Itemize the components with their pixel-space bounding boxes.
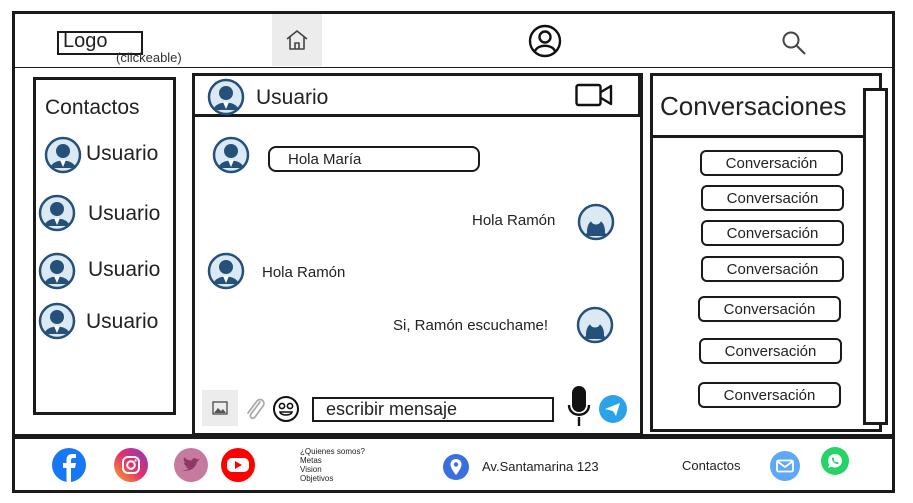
video-camera-icon (575, 83, 613, 107)
chat-header-name: Usuario (256, 86, 329, 109)
about-link-vision[interactable]: Vision (300, 465, 365, 474)
avatar (38, 252, 76, 290)
about-link-objectives[interactable]: Objetivos (300, 474, 365, 483)
send-button[interactable] (598, 394, 628, 424)
chat-panel (192, 73, 643, 436)
emoji-button[interactable] (270, 393, 302, 425)
search-button[interactable] (779, 28, 809, 58)
message-text: Hola Ramón (472, 212, 556, 229)
youtube-link[interactable] (218, 446, 258, 484)
home-button[interactable] (272, 14, 322, 66)
twitter-link[interactable] (172, 446, 210, 484)
voice-button[interactable] (566, 385, 592, 427)
message-input[interactable]: escribir mensaje (312, 397, 554, 422)
contact-item[interactable]: Usuario (38, 302, 174, 340)
message-avatar (212, 136, 250, 174)
conversations-title: Conversaciones (660, 91, 847, 121)
conversation-item[interactable]: Conversación (698, 296, 841, 322)
youtube-icon (221, 448, 255, 482)
conversation-item[interactable]: Conversación (700, 150, 843, 176)
contacts-label: Contactos (682, 458, 741, 473)
send-icon (599, 395, 627, 423)
paperclip-icon (247, 398, 265, 420)
profile-button[interactable] (527, 23, 563, 59)
conversation-item[interactable]: Conversación (701, 185, 844, 211)
logo-note: (clickeable) (116, 50, 182, 65)
twitter-icon (174, 448, 208, 482)
email-link[interactable] (768, 449, 802, 483)
conversations-scrollbar[interactable] (863, 88, 888, 425)
emoji-icon (273, 396, 299, 422)
about-link-who[interactable]: ¿Quienes somos? (300, 447, 365, 456)
message-avatar (577, 203, 615, 241)
about-links: ¿Quienes somos? Metas Vision Objetivos (300, 447, 365, 483)
microphone-icon (567, 386, 591, 426)
location-pin-icon (443, 454, 469, 480)
contacts-panel (33, 77, 176, 415)
search-icon (782, 31, 806, 55)
avatar (38, 302, 76, 340)
instagram-link[interactable] (112, 446, 150, 484)
facebook-icon (52, 448, 86, 482)
address-text: Av.Santamarina 123 (482, 459, 599, 474)
conversation-item[interactable]: Conversación (701, 220, 844, 246)
home-icon (286, 30, 308, 50)
whatsapp-icon (821, 447, 849, 475)
message-input-placeholder: escribir mensaje (326, 399, 458, 419)
video-call-button[interactable] (574, 82, 614, 108)
image-icon (212, 401, 228, 415)
chat-header-avatar[interactable] (207, 78, 245, 116)
message-avatar (207, 252, 245, 290)
user-circle-icon (528, 24, 562, 58)
contact-item[interactable]: Usuario (38, 252, 174, 290)
contact-item[interactable]: Usuario (38, 194, 174, 232)
message-text: Si, Ramón escuchame! (393, 317, 549, 334)
message-bubble: Hola María (268, 146, 480, 172)
facebook-link[interactable] (50, 446, 88, 484)
message-text: Hola Ramón (262, 264, 346, 281)
contacts-title: Contactos (45, 96, 140, 119)
conversation-item[interactable]: Conversación (699, 338, 842, 364)
attach-image-button[interactable] (202, 390, 238, 426)
message-avatar (576, 306, 614, 344)
contact-label: Usuario (86, 310, 159, 333)
avatar (38, 194, 76, 232)
contact-label: Usuario (88, 258, 161, 281)
whatsapp-link[interactable] (819, 445, 851, 477)
attach-file-button[interactable] (242, 392, 268, 426)
contact-item[interactable]: Usuario (44, 136, 174, 174)
instagram-icon (114, 448, 148, 482)
mail-icon (770, 451, 800, 481)
conversation-item[interactable]: Conversación (701, 256, 844, 282)
location-link[interactable] (441, 452, 471, 482)
logo-label: Logo (63, 30, 108, 52)
contact-label: Usuario (86, 142, 159, 165)
message-text: Hola María (288, 150, 362, 168)
avatar (44, 136, 82, 174)
contact-label: Usuario (88, 202, 161, 225)
conversation-item[interactable]: Conversación (698, 382, 841, 408)
about-link-goals[interactable]: Metas (300, 456, 365, 465)
